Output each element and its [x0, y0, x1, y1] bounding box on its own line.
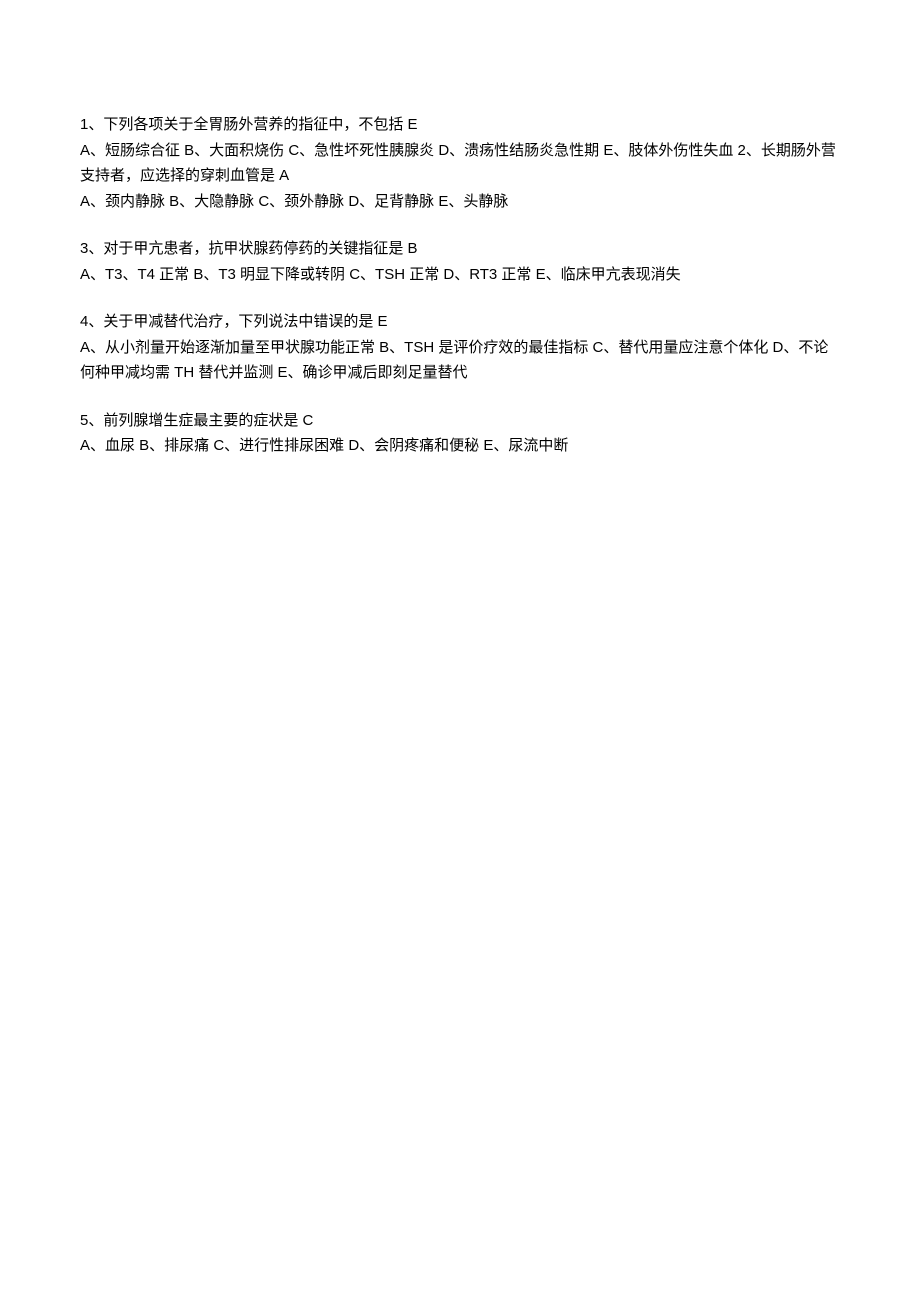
question-stem: 3、对于甲亢患者，抗甲状腺药停药的关键指征是 B [80, 236, 840, 262]
question-block-5: 5、前列腺增生症最主要的症状是 C A、血尿 B、排尿痛 C、进行性排尿困难 D… [80, 408, 840, 459]
question-stem: 4、关于甲减替代治疗，下列说法中错误的是 E [80, 309, 840, 335]
question-options: A、T3、T4 正常 B、T3 明显下降或转阴 C、TSH 正常 D、RT3 正… [80, 262, 840, 288]
question-stem: 1、下列各项关于全胃肠外营养的指征中，不包括 E [80, 112, 840, 138]
question-options: A、从小剂量开始逐渐加量至甲状腺功能正常 B、TSH 是评价疗效的最佳指标 C、… [80, 335, 840, 386]
question-options: A、颈内静脉 B、大隐静脉 C、颈外静脉 D、足背静脉 E、头静脉 [80, 189, 840, 215]
question-options: A、短肠综合征 B、大面积烧伤 C、急性坏死性胰腺炎 D、溃疡性结肠炎急性期 E… [80, 138, 840, 189]
question-block-4: 4、关于甲减替代治疗，下列说法中错误的是 E A、从小剂量开始逐渐加量至甲状腺功… [80, 309, 840, 386]
question-stem: 5、前列腺增生症最主要的症状是 C [80, 408, 840, 434]
document-page: 1、下列各项关于全胃肠外营养的指征中，不包括 E A、短肠综合征 B、大面积烧伤… [0, 0, 920, 1301]
question-options: A、血尿 B、排尿痛 C、进行性排尿困难 D、会阴疼痛和便秘 E、尿流中断 [80, 433, 840, 459]
question-block-1: 1、下列各项关于全胃肠外营养的指征中，不包括 E A、短肠综合征 B、大面积烧伤… [80, 112, 840, 214]
question-block-3: 3、对于甲亢患者，抗甲状腺药停药的关键指征是 B A、T3、T4 正常 B、T3… [80, 236, 840, 287]
